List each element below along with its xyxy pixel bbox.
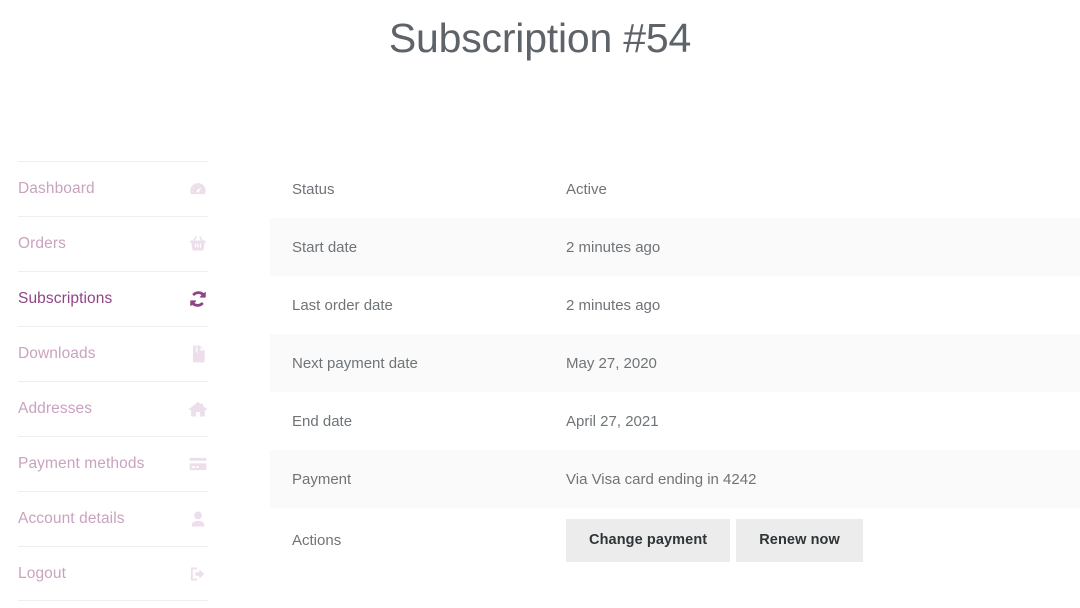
table-row: Status Active bbox=[270, 160, 1080, 218]
home-icon bbox=[188, 399, 208, 419]
subscription-detail-page: Subscription #54 Dashboard Orders Subscr… bbox=[0, 0, 1080, 608]
credit-card-icon bbox=[188, 454, 208, 474]
subscription-details-table: Status Active Start date 2 minutes ago L… bbox=[270, 160, 1080, 572]
table-row: End date April 27, 2021 bbox=[270, 392, 1080, 450]
sidebar-item-label: Dashboard bbox=[18, 180, 95, 197]
actions-cell: Change payment Renew now bbox=[566, 518, 863, 562]
sidebar-item-dashboard[interactable]: Dashboard bbox=[18, 161, 208, 216]
user-icon bbox=[188, 509, 208, 529]
table-row: Actions Change payment Renew now bbox=[270, 508, 1080, 572]
sidebar-item-label: Orders bbox=[18, 235, 66, 252]
page-title: Subscription #54 bbox=[388, 15, 692, 61]
row-label: Status bbox=[292, 180, 335, 198]
sidebar-item-label: Addresses bbox=[18, 400, 93, 417]
table-row: Next payment date May 27, 2020 bbox=[270, 334, 1080, 392]
sidebar-item-account-details[interactable]: Account details bbox=[18, 491, 208, 546]
table-row: Payment Via Visa card ending in 4242 bbox=[270, 450, 1080, 508]
row-value: April 27, 2021 bbox=[566, 412, 659, 430]
row-value: Via Visa card ending in 4242 bbox=[566, 470, 757, 488]
sidebar-item-subscriptions[interactable]: Subscriptions bbox=[18, 271, 208, 326]
row-label: Next payment date bbox=[292, 354, 418, 372]
row-value: 2 minutes ago bbox=[566, 296, 661, 314]
table-row: Start date 2 minutes ago bbox=[270, 218, 1080, 276]
change-payment-button[interactable]: Change payment bbox=[566, 518, 731, 562]
refresh-sync-icon bbox=[188, 289, 208, 309]
row-value: 2 minutes ago bbox=[566, 238, 661, 256]
dashboard-gauge-icon bbox=[188, 179, 208, 199]
row-label: Actions bbox=[292, 531, 342, 549]
sidebar-item-downloads[interactable]: Downloads bbox=[18, 326, 208, 381]
table-row: Last order date 2 minutes ago bbox=[270, 276, 1080, 334]
zip-file-icon bbox=[188, 344, 208, 364]
row-label: Payment bbox=[292, 470, 352, 488]
row-label: End date bbox=[292, 412, 353, 430]
sidebar-nav-list: Dashboard Orders Subscriptions Downloads bbox=[18, 161, 208, 601]
row-label: Start date bbox=[292, 238, 358, 256]
sidebar-item-label: Payment methods bbox=[18, 455, 145, 472]
sidebar-item-addresses[interactable]: Addresses bbox=[18, 381, 208, 436]
sidebar-item-logout[interactable]: Logout bbox=[18, 546, 208, 601]
shopping-basket-icon bbox=[188, 234, 208, 254]
account-sidebar: Dashboard Orders Subscriptions Downloads bbox=[18, 161, 208, 601]
logout-arrow-icon bbox=[188, 564, 208, 584]
row-value: May 27, 2020 bbox=[566, 354, 657, 372]
sidebar-item-label: Account details bbox=[18, 510, 125, 527]
renew-now-button[interactable]: Renew now bbox=[736, 518, 863, 562]
sidebar-item-label: Logout bbox=[18, 564, 67, 582]
status-badge: Active bbox=[566, 180, 607, 198]
sidebar-item-orders[interactable]: Orders bbox=[18, 216, 208, 271]
sidebar-item-label: Subscriptions bbox=[18, 290, 113, 307]
sidebar-item-payment-methods[interactable]: Payment methods bbox=[18, 436, 208, 491]
sidebar-item-label: Downloads bbox=[18, 345, 96, 362]
row-label: Last order date bbox=[292, 296, 393, 314]
